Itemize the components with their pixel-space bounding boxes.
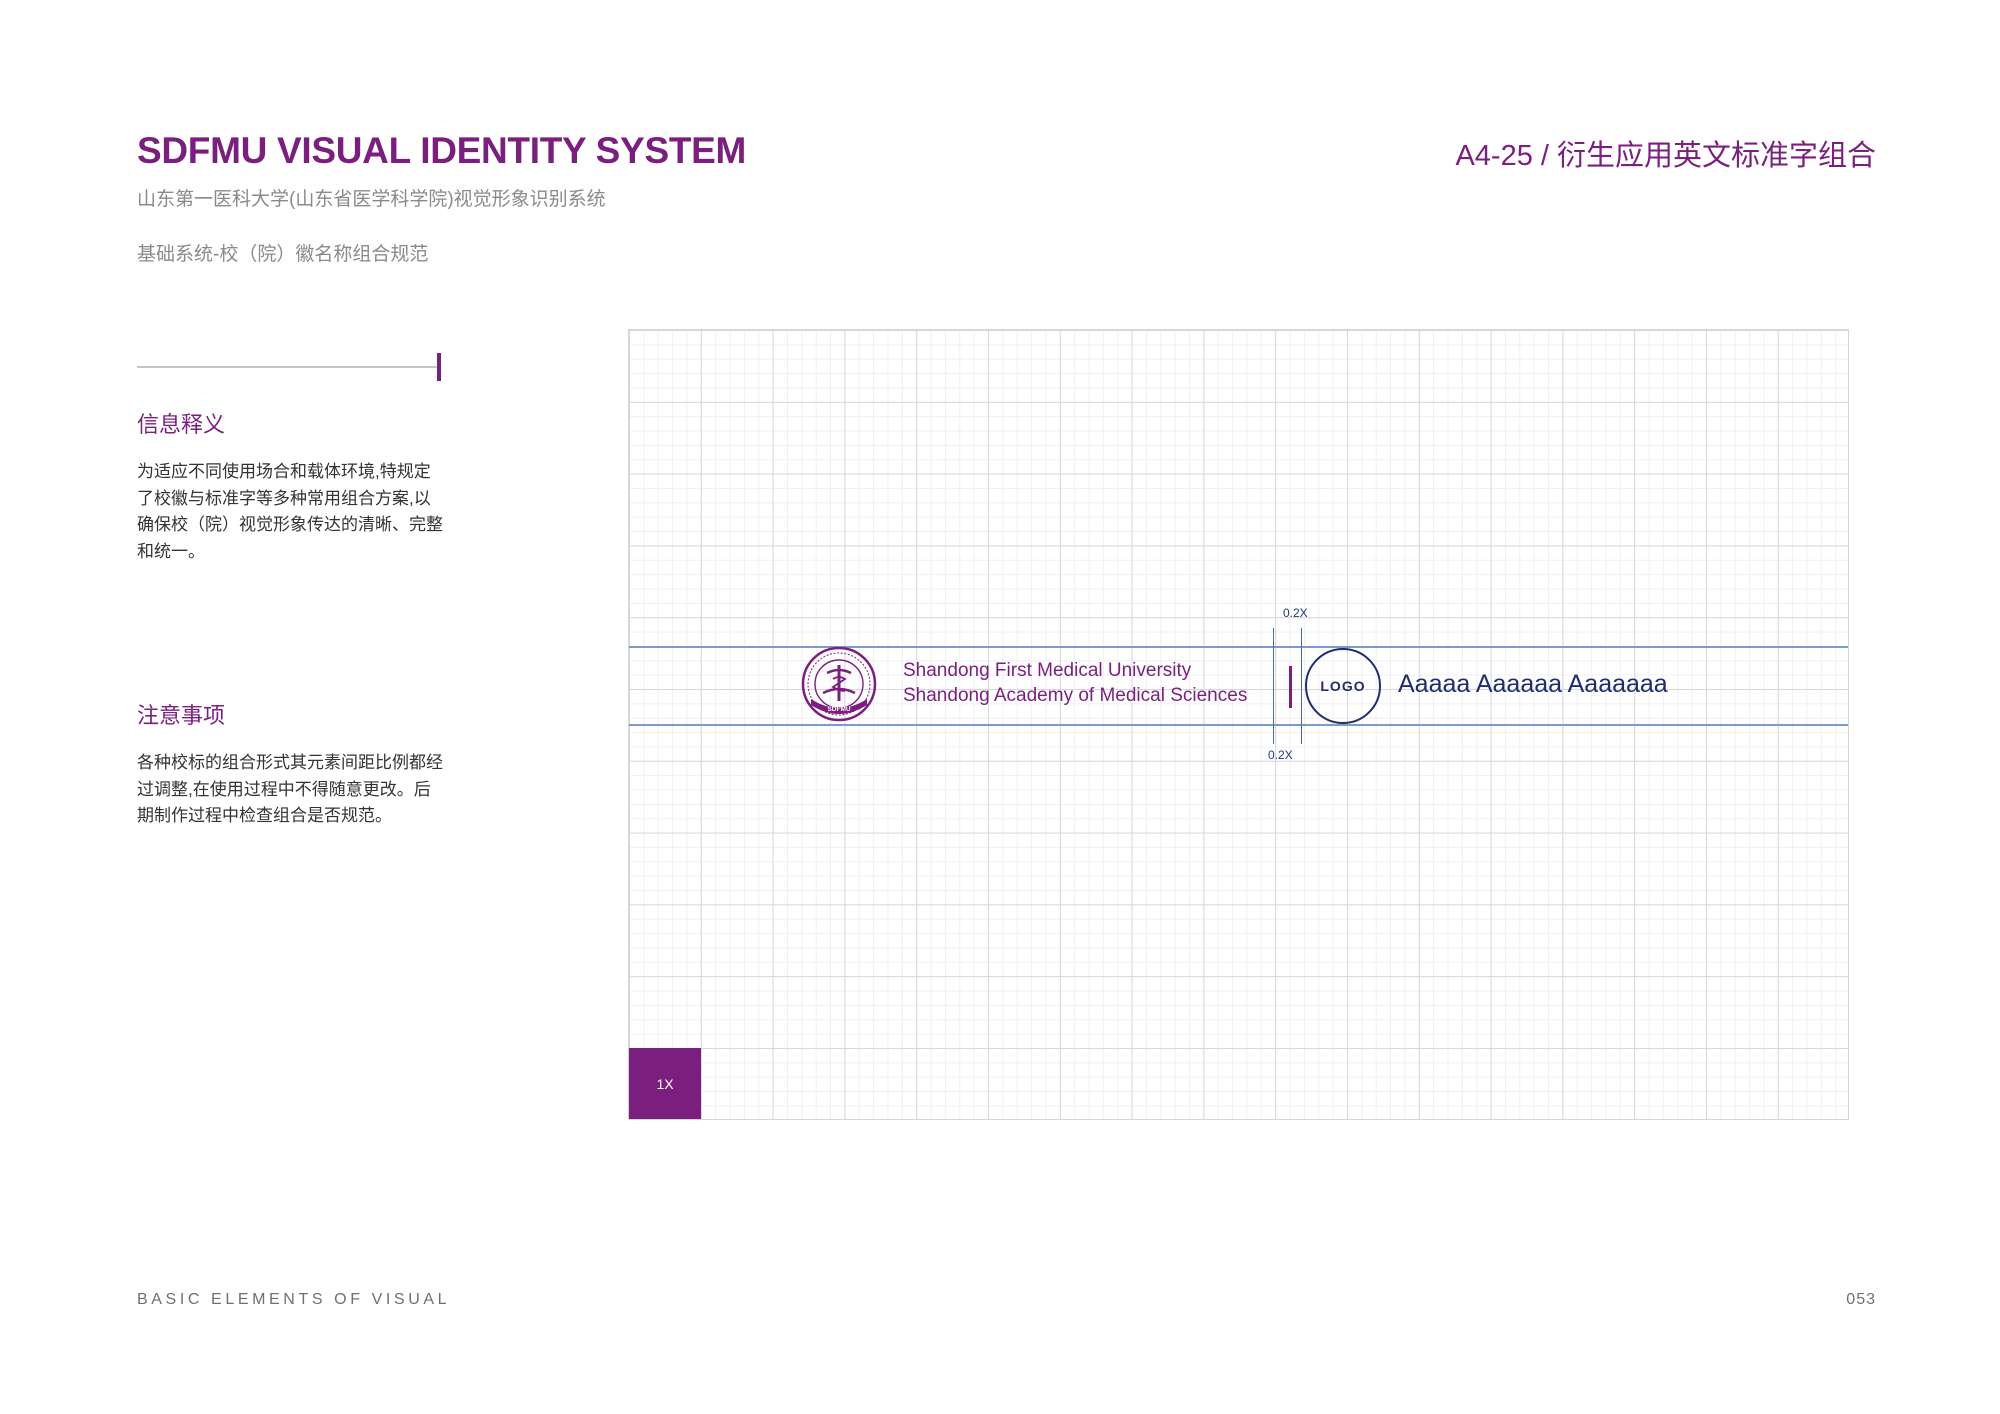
notes-paragraph: 各种校标的组合形式其元素间距比例都经 过调整,在使用过程中不得随意更改。后 期制… bbox=[137, 750, 449, 830]
logo-label: LOGO bbox=[1320, 678, 1366, 694]
info-heading: 信息释义 bbox=[137, 412, 226, 437]
info-line: 了校徽与标准字等多种常用组合方案,以 bbox=[137, 488, 431, 508]
english-name-line1: Shandong First Medical University bbox=[903, 660, 1192, 681]
grid-panel: SDFMU Shandong First Medical University … bbox=[628, 329, 1849, 1120]
spacing-guide-left bbox=[1273, 628, 1274, 744]
logo-placeholder: LOGO bbox=[1305, 648, 1381, 724]
info-paragraph: 为适应不同使用场合和载体环境,特规定 了校徽与标准字等多种常用组合方案,以 确保… bbox=[137, 459, 449, 565]
page-subtitle: 山东第一医科大学(山东省医学科学院)视觉形象识别系统 bbox=[137, 189, 606, 210]
spacing-guide-right bbox=[1301, 628, 1302, 744]
page-title: SDFMU VISUAL IDENTITY SYSTEM bbox=[137, 130, 747, 171]
page-code: A4-25 / 衍生应用英文标准字组合 bbox=[1455, 140, 1876, 172]
notes-heading: 注意事项 bbox=[137, 703, 226, 728]
dimension-label-top: 0.2X bbox=[1283, 606, 1308, 620]
separator-bar bbox=[1289, 666, 1292, 708]
notes-line: 期制作过程中检查组合是否规范。 bbox=[137, 806, 392, 825]
info-line: 为适应不同使用场合和载体环境,特规定 bbox=[137, 462, 431, 481]
dimension-label-bottom: 0.2X bbox=[1268, 748, 1293, 762]
section-divider bbox=[137, 366, 439, 368]
logo-wordmark: Aaaaa Aaaaaa Aaaaaaa bbox=[1398, 670, 1668, 698]
info-line: 和统一。 bbox=[137, 541, 205, 561]
english-name-line2: Shandong Academy of Medical Sciences bbox=[903, 685, 1248, 706]
notes-line: 各种校标的组合形式其元素间距比例都经 bbox=[137, 753, 443, 772]
page-number: 053 bbox=[1846, 1291, 1876, 1308]
section-name: 基础系统-校（院）徽名称组合规范 bbox=[137, 244, 429, 265]
notes-line: 过调整,在使用过程中不得随意更改。后 bbox=[137, 779, 431, 799]
footer-caption: BASIC ELEMENTS OF VISUAL bbox=[137, 1291, 451, 1308]
unit-label: 1X bbox=[656, 1076, 674, 1092]
university-seal-icon: SDFMU bbox=[801, 647, 877, 722]
unit-square: 1X bbox=[629, 1048, 701, 1119]
seal-text: SDFMU bbox=[827, 706, 850, 713]
divider-accent bbox=[437, 353, 441, 381]
info-line: 确保校（院）视觉形象传达的清晰、完整 bbox=[137, 515, 443, 534]
